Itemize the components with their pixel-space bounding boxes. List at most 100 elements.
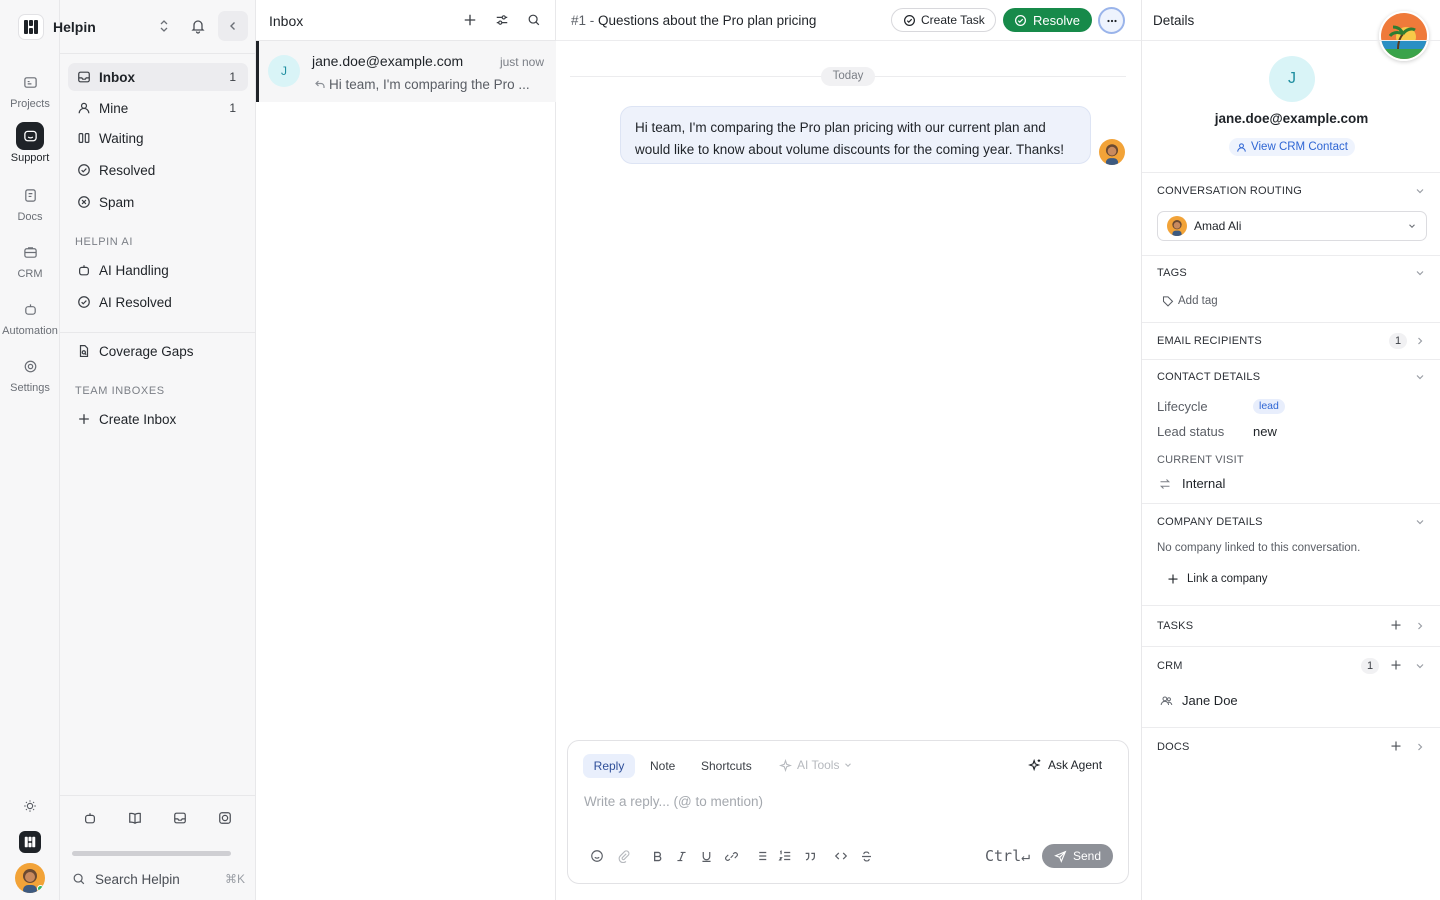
section-divider	[1142, 503, 1440, 504]
section-crm[interactable]: CRM	[1157, 660, 1183, 672]
add-task-button[interactable]	[1390, 619, 1404, 633]
sidebar-item-coverage-gaps[interactable]: Coverage Gaps	[68, 337, 248, 365]
projects-icon	[16, 68, 44, 96]
link-button[interactable]	[722, 845, 740, 867]
code-button[interactable]	[832, 845, 850, 867]
lifecycle-badge[interactable]: lead	[1253, 399, 1285, 414]
inbox-icon	[76, 70, 91, 85]
crm-contact-row[interactable]: Jane Doe	[1160, 693, 1238, 708]
collapse-sidebar-button[interactable]	[218, 11, 248, 41]
section-email-recipients[interactable]: EMAIL RECIPIENTS	[1157, 335, 1262, 347]
knowledge-base-button[interactable]	[128, 811, 142, 825]
sidebar-item-mine[interactable]: Mine 1	[68, 94, 248, 122]
automation-icon	[16, 295, 44, 323]
assignee-select[interactable]: Amad Ali	[1157, 211, 1427, 241]
sender-avatar	[1099, 139, 1125, 165]
add-tag-button[interactable]: Add tag	[1162, 295, 1218, 307]
search-conversations-button[interactable]	[522, 8, 546, 32]
plus-icon	[464, 14, 476, 26]
section-tags[interactable]: TAGS	[1157, 267, 1187, 279]
rail-item-automation[interactable]: Automation	[0, 295, 60, 337]
section-docs[interactable]: DOCS	[1157, 741, 1190, 753]
person-avatar-icon	[1172, 220, 1182, 236]
ai-tools-dropdown[interactable]: AI Tools	[779, 758, 853, 772]
underline-button[interactable]	[697, 845, 715, 867]
notifications-button[interactable]	[190, 18, 206, 34]
inbox-shortcut-button[interactable]	[173, 811, 187, 825]
ai-agent-shortcut-button[interactable]	[83, 811, 97, 825]
tab-shortcuts[interactable]: Shortcuts	[701, 759, 752, 773]
sidebar-footer-divider	[60, 795, 256, 796]
user-avatar[interactable]	[15, 863, 45, 893]
chevron-down-icon[interactable]	[1414, 267, 1426, 279]
theme-toggle-button[interactable]	[23, 799, 37, 813]
sidebar-item-label: Coverage Gaps	[99, 343, 194, 359]
conversation-main-panel: #1 - Questions about the Pro plan pricin…	[556, 0, 1141, 900]
section-conversation-routing[interactable]: CONVERSATION ROUTING	[1157, 185, 1302, 197]
link-company-button[interactable]: Link a company	[1167, 573, 1268, 585]
chevron-right-icon[interactable]	[1414, 620, 1426, 632]
add-crm-button[interactable]	[1390, 659, 1404, 673]
create-inbox-button[interactable]: Create Inbox	[68, 405, 248, 433]
paperclip-icon	[618, 850, 630, 863]
plus-icon	[1391, 741, 1401, 751]
sidebar-item-inbox[interactable]: Inbox 1	[68, 63, 248, 91]
app-rail: Projects Support Docs CRM Automation Set…	[0, 0, 60, 900]
rail-item-support[interactable]: Support	[0, 122, 60, 164]
chevron-down-icon[interactable]	[1414, 516, 1426, 528]
chevron-down-icon[interactable]	[1414, 371, 1426, 383]
link-company-label: Link a company	[1187, 573, 1268, 585]
reply-input[interactable]: Write a reply... (@ to mention)	[584, 794, 1114, 809]
sidebar-scrollbar[interactable]	[72, 851, 231, 856]
rail-item-crm[interactable]: CRM	[0, 238, 60, 280]
chevron-right-icon[interactable]	[1414, 741, 1426, 753]
sidebar-item-spam[interactable]: Spam	[68, 188, 248, 216]
sidebar-item-ai-resolved[interactable]: AI Resolved	[68, 288, 248, 316]
rail-item-projects[interactable]: Projects	[0, 68, 60, 110]
rail-item-docs[interactable]: Docs	[0, 181, 60, 223]
send-icon	[1054, 850, 1067, 863]
send-button[interactable]: Send	[1042, 844, 1113, 868]
tab-reply[interactable]: Reply	[583, 754, 635, 778]
section-tasks[interactable]: TASKS	[1157, 620, 1193, 632]
sidebar-item-waiting[interactable]: Waiting	[68, 124, 248, 152]
chevron-down-icon[interactable]	[1414, 185, 1426, 197]
rail-label: Settings	[10, 382, 50, 394]
new-conversation-button[interactable]	[458, 8, 482, 32]
chevron-right-icon[interactable]	[1414, 335, 1426, 347]
workspace-logo[interactable]	[18, 14, 44, 40]
sidebar-item-resolved[interactable]: Resolved	[68, 156, 248, 184]
view-crm-contact-button[interactable]: View CRM Contact	[1229, 138, 1355, 156]
bell-icon	[191, 20, 205, 34]
attach-button[interactable]	[615, 845, 633, 867]
lead-status-value[interactable]: new	[1253, 424, 1277, 439]
italic-button[interactable]	[672, 845, 690, 867]
quote-button[interactable]	[801, 845, 819, 867]
numbered-list-button[interactable]	[776, 845, 794, 867]
sidebar-item-label: AI Resolved	[99, 294, 172, 310]
filter-button[interactable]	[490, 8, 514, 32]
create-task-button[interactable]: Create Task	[891, 8, 996, 32]
workspace-switcher-chevron-icon[interactable]	[158, 19, 170, 33]
chevron-down-icon[interactable]	[1414, 660, 1426, 672]
beach-avatar[interactable]	[1379, 11, 1429, 61]
list-icon	[756, 851, 767, 861]
bullet-list-button[interactable]	[752, 845, 770, 867]
strikethrough-button[interactable]	[857, 845, 875, 867]
workspace-switch-button[interactable]	[19, 831, 41, 853]
bold-button[interactable]	[648, 845, 666, 867]
help-center-button[interactable]	[218, 811, 232, 825]
more-options-button[interactable]	[1098, 7, 1125, 34]
sidebar-item-ai-handling[interactable]: AI Handling	[68, 256, 248, 284]
conversation-list-item[interactable]: J jane.doe@example.com just now Hi team,…	[256, 41, 556, 102]
search-button[interactable]: Search Helpin ⌘K	[68, 866, 248, 892]
rail-item-settings[interactable]: Settings	[0, 352, 60, 394]
section-company-details[interactable]: COMPANY DETAILS	[1157, 516, 1263, 528]
tab-note[interactable]: Note	[650, 759, 675, 773]
workspace-name[interactable]: Helpin	[53, 19, 96, 35]
add-doc-button[interactable]	[1390, 740, 1404, 754]
ask-agent-button[interactable]: Ask Agent	[1028, 758, 1102, 772]
section-contact-details[interactable]: CONTACT DETAILS	[1157, 371, 1260, 383]
emoji-button[interactable]	[588, 845, 606, 867]
resolve-button[interactable]: Resolve	[1003, 8, 1092, 32]
